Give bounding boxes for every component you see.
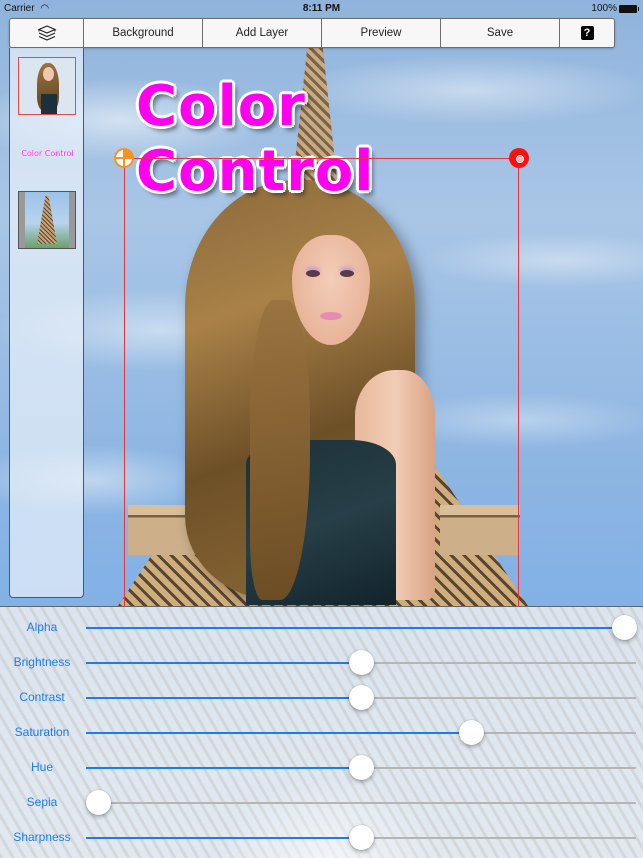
slider-label: Sharpness — [13, 830, 71, 844]
brightness-slider[interactable] — [86, 650, 636, 675]
slider-row-sharpness: Sharpness — [0, 823, 643, 853]
status-bar: Carrier ◠ 8:11 PM 100% — [0, 0, 643, 18]
rotate-handle-icon[interactable] — [114, 148, 134, 168]
slider-thumb[interactable] — [86, 790, 111, 815]
selection-box[interactable] — [124, 158, 519, 608]
slider-fill — [86, 732, 472, 734]
saturation-slider[interactable] — [86, 720, 636, 745]
background-button[interactable]: Background — [84, 19, 203, 47]
battery-icon — [619, 5, 639, 13]
slider-thumb[interactable] — [612, 615, 637, 640]
delete-handle-icon[interactable] — [509, 148, 529, 168]
layer-panel: Color Control — [9, 48, 84, 598]
help-button[interactable]: ? — [560, 19, 614, 47]
alpha-slider[interactable] — [86, 615, 637, 640]
slider-thumb[interactable] — [349, 825, 374, 850]
slider-row-sepia: Sepia — [0, 788, 643, 818]
save-button[interactable]: Save — [441, 19, 560, 47]
slider-row-alpha: Alpha — [0, 613, 643, 643]
slider-label: Hue — [30, 760, 53, 774]
slider-fill — [86, 697, 361, 699]
slider-row-saturation: Saturation — [0, 718, 643, 748]
layer-item-person[interactable] — [18, 57, 76, 115]
top-toolbar: Background Add Layer Preview Save ? — [9, 18, 615, 48]
slider-fill — [86, 627, 624, 629]
slider-fill — [86, 767, 361, 769]
slider-label: Saturation — [14, 725, 70, 739]
slider-label: Alpha — [26, 620, 58, 634]
slider-row-brightness: Brightness — [0, 648, 643, 678]
slider-thumb[interactable] — [349, 685, 374, 710]
sepia-slider[interactable] — [86, 790, 636, 815]
help-icon: ? — [580, 26, 594, 40]
layers-icon — [37, 25, 56, 41]
slider-label: Contrast — [19, 690, 65, 704]
preview-button[interactable]: Preview — [322, 19, 441, 47]
slider-row-hue: Hue — [0, 753, 643, 783]
layer-item-background[interactable] — [18, 191, 76, 249]
layers-button[interactable] — [10, 19, 84, 47]
sharpness-slider[interactable] — [86, 825, 636, 850]
hue-slider[interactable] — [86, 755, 636, 780]
slider-fill — [86, 662, 361, 664]
layer-item-text[interactable]: Color Control — [10, 149, 85, 158]
slider-thumb[interactable] — [459, 720, 485, 745]
slider-thumb[interactable] — [349, 755, 374, 780]
thumb-face — [43, 67, 54, 81]
contrast-slider[interactable] — [86, 685, 636, 710]
slider-label: Sepia — [26, 795, 58, 809]
battery-percent: 100% — [591, 3, 617, 14]
slider-thumb[interactable] — [349, 650, 374, 675]
color-controls-panel: Alpha Brightness Contrast Saturation Hue Sepi… — [0, 606, 643, 858]
slider-label: Brightness — [13, 655, 71, 669]
clock: 8:11 PM — [302, 3, 341, 14]
add-layer-button[interactable]: Add Layer — [203, 19, 322, 47]
slider-row-contrast: Contrast — [0, 683, 643, 713]
thumb-dress — [41, 94, 57, 114]
slider-fill — [86, 837, 361, 839]
